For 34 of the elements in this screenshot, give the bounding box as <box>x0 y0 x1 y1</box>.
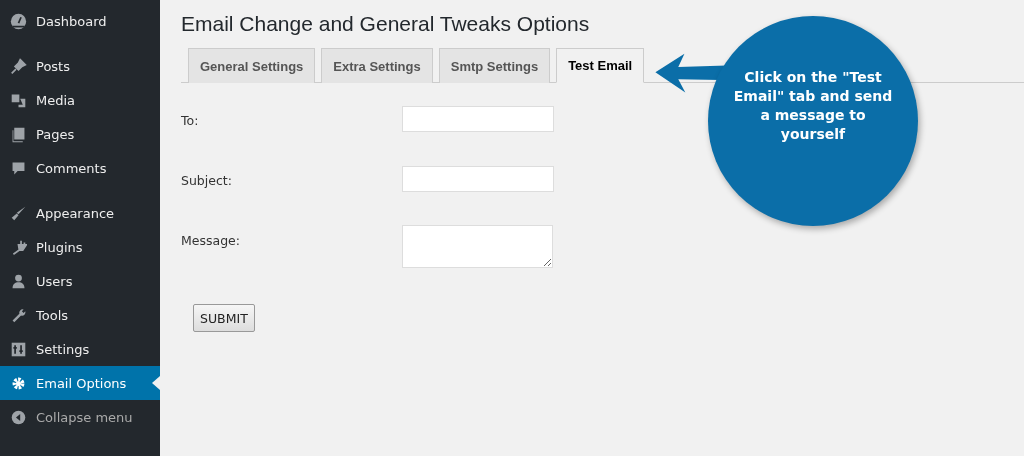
sidebar-item[interactable]: Appearance <box>0 196 160 230</box>
sidebar-item[interactable]: Media <box>0 83 160 117</box>
field-label: Message: <box>181 232 241 248</box>
sidebar-item[interactable]: Tools <box>0 298 160 332</box>
sidebar-item[interactable]: Settings <box>0 332 160 366</box>
collapse-icon <box>10 408 27 426</box>
wrench-icon <box>10 306 27 324</box>
input-field[interactable] <box>402 166 554 192</box>
pages-icon <box>10 125 27 143</box>
field-label: Subject: <box>181 172 233 188</box>
plug-icon <box>10 238 27 256</box>
sidebar-item[interactable]: Posts <box>0 49 160 83</box>
page-title: Email Change and General Tweaks Options <box>181 12 591 36</box>
callout-text: Click on the "Test Email" tab and send a message to yourself <box>732 68 894 144</box>
message-field[interactable] <box>402 225 553 268</box>
pin-icon <box>10 57 27 75</box>
tab[interactable]: Test Email <box>556 48 645 83</box>
brush-icon <box>10 204 27 222</box>
tab[interactable]: Smtp Settings <box>438 48 551 83</box>
user-icon <box>10 272 27 290</box>
tab[interactable]: General Settings <box>188 48 316 83</box>
settings-icon <box>10 340 27 358</box>
sidebar-item[interactable]: Comments <box>0 151 160 185</box>
sidebar-item[interactable]: Dashboard <box>0 4 160 38</box>
collapse-menu-button[interactable]: Collapse menu <box>0 400 160 434</box>
sidebar-item[interactable]: Pages <box>0 117 160 151</box>
sidebar-item[interactable]: Plugins <box>0 230 160 264</box>
field-label: To: <box>181 112 200 128</box>
sidebar-item[interactable]: Users <box>0 264 160 298</box>
submit-button[interactable]: SUBMIT <box>193 304 255 332</box>
dashboard-icon <box>10 12 27 30</box>
input-field[interactable] <box>402 106 554 132</box>
sidebar-item[interactable]: Email Options <box>0 366 160 400</box>
tab[interactable]: Extra Settings <box>321 48 433 83</box>
